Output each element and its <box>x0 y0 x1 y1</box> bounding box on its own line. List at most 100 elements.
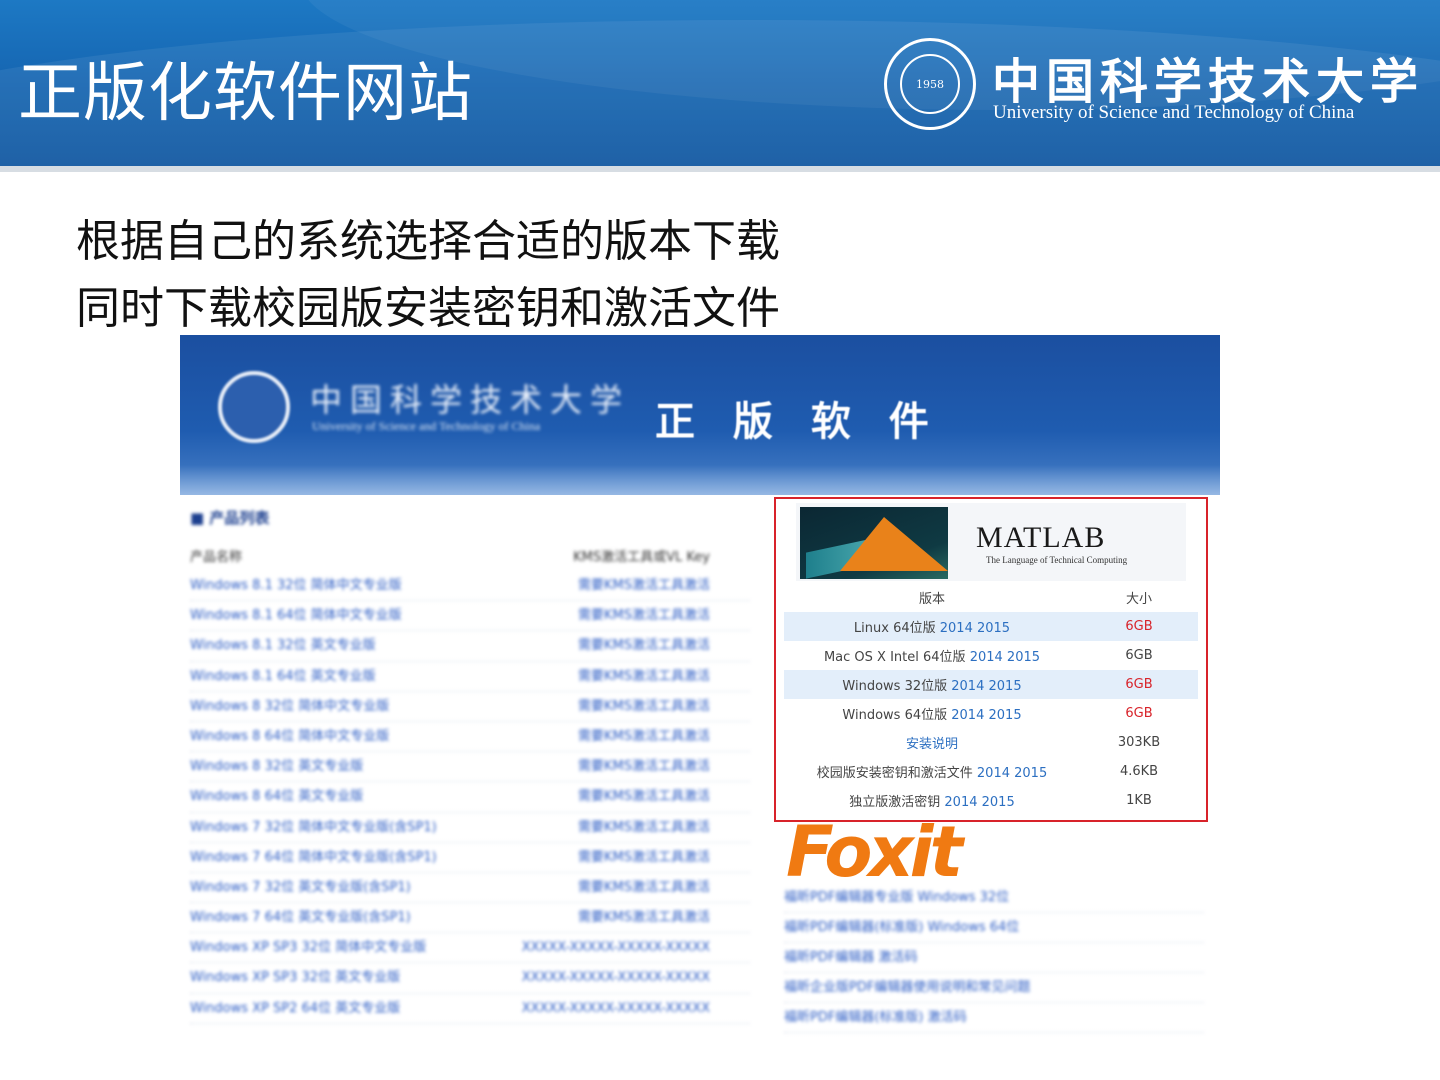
install-guide-link[interactable]: 安装说明 <box>906 737 958 752</box>
matlab-table-row: 独立版激活密钥 2014 2015 1KB <box>784 786 1198 815</box>
matlab-panel: MATLAB The Language of Technical Computi… <box>774 497 1208 822</box>
product-list-header: 产品名称 KMS激活工具或VL Key <box>190 546 750 565</box>
matlab-table-row: Windows 64位版 2014 2015 6GB <box>784 699 1198 728</box>
product-row: Windows 7 64位 简体中文专业版(含SP1) 需要KMS激活工具激活 <box>190 843 750 873</box>
product-name-link[interactable]: Windows 8.1 32位 简体中文专业版 <box>190 571 402 600</box>
product-row: Windows XP SP3 32位 英文专业版 XXXXX-XXXXX-XXXX… <box>190 963 750 994</box>
column-product-name: 产品名称 <box>190 550 243 565</box>
product-key-link[interactable]: 需要KMS激活工具激活 <box>578 662 710 691</box>
site-name-english: University of Science and Technology of … <box>312 419 541 433</box>
product-name-link[interactable]: Windows XP SP3 32位 简体中文专业版 <box>190 933 426 962</box>
product-key-link[interactable]: 需要KMS激活工具激活 <box>578 843 710 872</box>
matlab-version-name: 独立版激活密钥 <box>849 795 941 810</box>
file-size: 6GB <box>1125 677 1153 692</box>
matlab-version-cell: Windows 32位版 2014 2015 <box>784 675 1080 694</box>
product-row: Windows 7 32位 英文专业版(含SP1) 需要KMS激活工具激活 <box>190 873 750 904</box>
matlab-version-name: Linux 64位版 <box>853 621 936 636</box>
product-row: Windows 7 32位 简体中文专业版(含SP1) 需要KMS激活工具激活 <box>190 813 750 843</box>
site-banner: 中国科学技术大学 University of Science and Techn… <box>180 335 1220 495</box>
matlab-version-name: Windows 32位版 <box>842 679 948 694</box>
matlab-logo: MATLAB The Language of Technical Computi… <box>796 503 1186 581</box>
download-link-v2[interactable]: 2015 <box>977 621 1010 636</box>
product-key-link[interactable]: 需要KMS激活工具激活 <box>578 813 710 842</box>
product-name-link[interactable]: Windows XP SP2 64位 英文专业版 <box>190 994 400 1023</box>
header-divider <box>0 166 1440 172</box>
download-link-v1[interactable]: 2014 <box>951 708 984 723</box>
instruction-line-2: 同时下载校园版安装密钥和激活文件 <box>76 283 780 334</box>
download-link-v1[interactable]: 2014 <box>944 795 977 810</box>
download-link-v2[interactable]: 2015 <box>1014 766 1047 781</box>
file-size: 6GB <box>1125 648 1153 663</box>
product-row: Windows 8.1 32位 简体中文专业版 需要KMS激活工具激活 <box>190 571 750 602</box>
slide-header-banner: 正版化软件网站 1958 中国科学技术大学 University of Scie… <box>0 0 1440 166</box>
product-name-link[interactable]: Windows 8.1 64位 简体中文专业版 <box>190 601 402 630</box>
foxit-download-link[interactable]: 福昕PDF编辑器 激活码 <box>784 943 1204 973</box>
matlab-table-row: 安装说明 303KB <box>784 728 1198 757</box>
site-name-chinese: 中国科学技术大学 <box>310 381 631 419</box>
product-rows: Windows 8.1 32位 简体中文专业版 需要KMS激活工具激活 Window… <box>190 571 750 1024</box>
file-size: 1KB <box>1126 793 1152 808</box>
matlab-logo-word: MATLAB <box>976 521 1106 554</box>
matlab-version-cell: Mac OS X Intel 64位版 2014 2015 <box>784 646 1080 665</box>
product-key-link[interactable]: 需要KMS激活工具激活 <box>578 692 710 721</box>
download-link-v1[interactable]: 2014 <box>970 650 1003 665</box>
foxit-download-list: 福昕PDF编辑器专业版 Windows 32位 福昕PDF编辑器(标准版) Win… <box>784 883 1204 1033</box>
ustc-seal-logo: 1958 <box>884 38 976 130</box>
column-version: 版本 <box>918 592 945 607</box>
product-key-link[interactable]: 需要KMS激活工具激活 <box>578 782 710 811</box>
product-name-link[interactable]: Windows 7 32位 简体中文专业版(含SP1) <box>190 813 437 842</box>
product-name-link[interactable]: Windows 8 32位 英文专业版 <box>190 752 363 781</box>
product-key-link[interactable]: XXXXX-XXXXX-XXXXX-XXXXX <box>522 933 710 962</box>
product-name-link[interactable]: Windows 7 32位 英文专业版(含SP1) <box>190 873 411 902</box>
foxit-download-link[interactable]: 福昕PDF编辑器(标准版) 激活码 <box>784 1003 1204 1033</box>
matlab-version-cell: Linux 64位版 2014 2015 <box>784 617 1080 636</box>
matlab-tagline: The Language of Technical Computing <box>986 555 1128 565</box>
product-key-link[interactable]: 需要KMS激活工具激活 <box>578 873 710 902</box>
product-key-link[interactable]: 需要KMS激活工具激活 <box>578 752 710 781</box>
site-seal-logo <box>218 371 290 443</box>
foxit-download-link[interactable]: 福昕PDF编辑器(标准版) Windows 64位 <box>784 913 1204 943</box>
product-list-heading: ■ 产品列表 <box>190 509 270 527</box>
product-row: Windows 8.1 64位 英文专业版 需要KMS激活工具激活 <box>190 662 750 692</box>
product-name-link[interactable]: Windows 7 64位 简体中文专业版(含SP1) <box>190 843 437 872</box>
ustc-seal-year: 1958 <box>900 54 960 114</box>
site-section-title: 正 版 软 件 <box>655 398 941 445</box>
product-row: Windows 8 32位 简体中文专业版 需要KMS激活工具激活 <box>190 692 750 722</box>
download-link-v1[interactable]: 2014 <box>940 621 973 636</box>
product-name-link[interactable]: Windows 8.1 64位 英文专业版 <box>190 662 376 691</box>
product-key-link[interactable]: 需要KMS激活工具激活 <box>578 722 710 751</box>
foxit-logo: Foxit <box>786 823 963 881</box>
column-key: KMS激活工具或VL Key <box>573 550 710 565</box>
product-list: ■ 产品列表 产品名称 KMS激活工具或VL Key Windows 8.1 3… <box>190 507 750 1047</box>
product-key-link[interactable]: XXXXX-XXXXX-XXXXX-XXXXX <box>522 963 710 992</box>
product-name-link[interactable]: Windows 8.1 32位 英文专业版 <box>190 631 376 660</box>
product-name-link[interactable]: Windows 8 64位 英文专业版 <box>190 782 363 811</box>
product-name-link[interactable]: Windows XP SP3 32位 英文专业版 <box>190 963 400 992</box>
matlab-version-cell: Windows 64位版 2014 2015 <box>784 704 1080 723</box>
matlab-version-name: 校园版安装密钥和激活文件 <box>816 766 973 781</box>
foxit-download-link[interactable]: 福昕企业版PDF编辑器使用说明和常见问题 <box>784 973 1204 1003</box>
foxit-download-link[interactable]: 福昕PDF编辑器专业版 Windows 32位 <box>784 883 1204 913</box>
product-key-link[interactable]: 需要KMS激活工具激活 <box>578 903 710 932</box>
product-name-link[interactable]: Windows 7 64位 英文专业版(含SP1) <box>190 903 411 932</box>
matlab-download-table: 版本 大小 Linux 64位版 2014 2015 6GB Mac OS X In… <box>784 583 1198 815</box>
download-link-v2[interactable]: 2015 <box>989 708 1022 723</box>
download-link-v1[interactable]: 2014 <box>977 766 1010 781</box>
matlab-table-row: Linux 64位版 2014 2015 6GB <box>784 612 1198 641</box>
product-row: Windows 8 64位 简体中文专业版 需要KMS激活工具激活 <box>190 722 750 753</box>
product-name-link[interactable]: Windows 8 64位 简体中文专业版 <box>190 722 389 751</box>
product-key-link[interactable]: XXXXX-XXXXX-XXXXX-XXXXX <box>522 994 710 1023</box>
product-row: Windows 8.1 64位 简体中文专业版 需要KMS激活工具激活 <box>190 601 750 632</box>
matlab-version-cell: 校园版安装密钥和激活文件 2014 2015 <box>784 762 1080 781</box>
product-key-link[interactable]: 需要KMS激活工具激活 <box>578 631 710 660</box>
product-name-link[interactable]: Windows 8 32位 简体中文专业版 <box>190 692 389 721</box>
product-key-link[interactable]: 需要KMS激活工具激活 <box>578 571 710 600</box>
download-link-v2[interactable]: 2015 <box>989 679 1022 694</box>
download-link-v1[interactable]: 2014 <box>951 679 984 694</box>
matlab-version-name: Windows 64位版 <box>842 708 948 723</box>
download-link-v2[interactable]: 2015 <box>1007 650 1040 665</box>
file-size: 4.6KB <box>1119 764 1159 779</box>
product-key-link[interactable]: 需要KMS激活工具激活 <box>578 601 710 630</box>
download-link-v2[interactable]: 2015 <box>982 795 1015 810</box>
file-size: 6GB <box>1125 619 1153 634</box>
